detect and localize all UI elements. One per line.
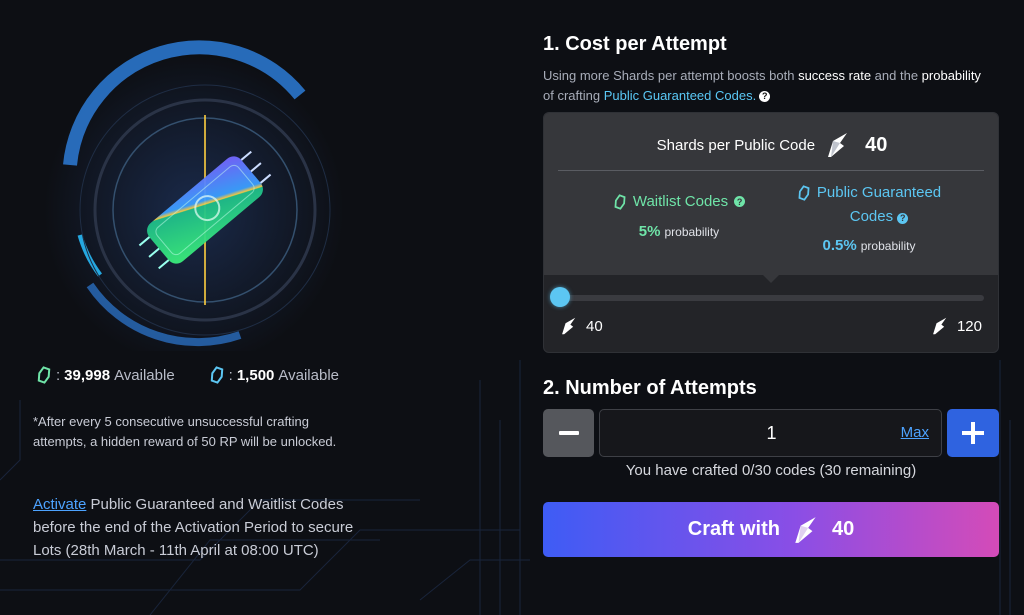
max-link[interactable]: Max bbox=[901, 424, 929, 441]
craft-button[interactable]: Craft with 40 bbox=[543, 502, 999, 557]
public-guaranteed-link[interactable]: Public Guaranteed Codes. bbox=[604, 88, 756, 103]
public-chip-icon bbox=[210, 366, 223, 384]
slider-max: 120 bbox=[931, 316, 982, 336]
public-chip-icon bbox=[798, 185, 810, 201]
cost-description: Using more Shards per attempt boosts bot… bbox=[543, 68, 981, 103]
shard-capsule-illustration bbox=[44, 39, 344, 351]
attempts-stepper: Max bbox=[543, 409, 999, 457]
reward-note: *After every 5 consecutive unsuccessful … bbox=[33, 414, 337, 449]
waitlist-help-icon[interactable]: ? bbox=[734, 196, 746, 207]
waitlist-chip-icon bbox=[614, 193, 626, 210]
shards-per-code-value: 40 bbox=[865, 133, 888, 156]
crafted-status: You have crafted 0/30 codes (30 remainin… bbox=[625, 462, 917, 479]
shards-slider-thumb[interactable] bbox=[550, 287, 570, 307]
shard-icon bbox=[828, 133, 848, 157]
increment-button[interactable] bbox=[947, 409, 999, 457]
public-available: : 1,500 Available bbox=[209, 366, 339, 384]
public-guaranteed-label-1: Public Guaranteed bbox=[816, 184, 942, 201]
card-pointer bbox=[763, 275, 779, 283]
shards-per-code-label: Shards per Public Code bbox=[656, 136, 816, 154]
activate-link[interactable]: Activate bbox=[33, 496, 86, 513]
public-guaranteed-probability: 0.5% probability bbox=[822, 237, 916, 254]
attempts-input[interactable] bbox=[600, 410, 943, 456]
waitlist-option: Waitlist Codes ? 5% probability bbox=[584, 193, 774, 240]
craft-button-value: 40 bbox=[831, 518, 855, 540]
divider bbox=[558, 170, 984, 171]
craft-button-label: Craft with bbox=[687, 518, 780, 540]
cost-card: Shards per Public Code 40 Waitlist Codes… bbox=[543, 112, 999, 353]
public-guaranteed-help-icon[interactable]: ? bbox=[897, 212, 909, 224]
shard-icon bbox=[795, 516, 816, 543]
waitlist-available-value: 39,998 bbox=[64, 366, 111, 384]
waitlist-probability: 5% probability bbox=[638, 222, 720, 240]
waitlist-codes-label: Waitlist Codes bbox=[632, 193, 729, 210]
quantity-box: Max bbox=[599, 409, 943, 457]
shards-per-code-row: Shards per Public Code 40 bbox=[544, 131, 998, 159]
shard-icon bbox=[933, 317, 947, 335]
left-panel: : 39,998 Available : 1,500 Available *Af… bbox=[0, 0, 400, 615]
shard-icon bbox=[562, 317, 576, 335]
waitlist-chip-icon bbox=[37, 366, 51, 384]
decrement-button[interactable] bbox=[543, 409, 594, 457]
cost-section-title: 1. Cost per Attempt bbox=[543, 33, 727, 55]
minus-icon bbox=[558, 431, 579, 435]
shards-slider-track[interactable] bbox=[558, 295, 984, 301]
waitlist-available: : 39,998 Available bbox=[36, 366, 175, 384]
waitlist-available-suffix: Available bbox=[114, 366, 175, 384]
right-panel: 1. Cost per Attempt Using more Shards pe… bbox=[543, 0, 999, 615]
help-icon[interactable]: ? bbox=[759, 90, 771, 102]
slider-min: 40 bbox=[560, 316, 603, 336]
public-guaranteed-label-2: Codes bbox=[849, 208, 894, 225]
available-counts: : 39,998 Available : 1,500 Available bbox=[36, 366, 339, 384]
attempts-section-title: 2. Number of Attempts bbox=[543, 377, 757, 399]
activation-info: Activate Public Guaranteed and Waitlist … bbox=[33, 493, 378, 562]
public-guaranteed-option: Public Guaranteed Codes ? 0.5% probability bbox=[769, 181, 969, 254]
public-available-suffix: Available bbox=[278, 366, 339, 384]
public-available-value: 1,500 bbox=[236, 366, 275, 384]
